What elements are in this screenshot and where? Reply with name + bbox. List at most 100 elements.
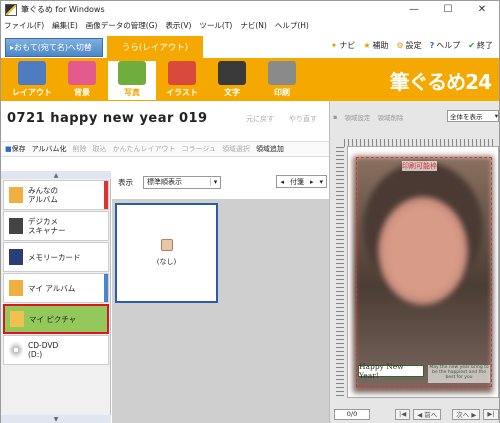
menu-image-data[interactable]: 画像データの管理(G) [86,20,158,31]
assist-label: 補助 [372,41,389,50]
category-text-label: 文字 [224,88,240,97]
menu-tools[interactable]: ツール(T) [199,20,232,31]
settings-button[interactable]: ⚙ 設定 [396,40,421,51]
question-icon: ? [429,41,435,50]
layout-mode-tab[interactable]: うら(レイアウト) [107,36,203,58]
exit-button[interactable]: ✔ 終了 [468,40,493,51]
help-button[interactable]: ? ヘルプ [430,40,461,51]
app-icon [5,3,17,16]
category-print[interactable]: 印刷 [257,60,307,100]
sidebar-item-label: デジカメ スキャナー [28,217,66,235]
sidebar-scroll-up[interactable]: ▲ [1,171,111,179]
menu-view[interactable]: 表示(V) [165,20,191,31]
chevron-right-icon[interactable]: ▸ [307,178,317,186]
close-button[interactable]: ✕ [465,1,499,18]
sort-select[interactable]: 標準順表示 ▾ [143,175,221,189]
window-controls: — ☐ ✕ [397,1,499,18]
app-window: 筆ぐるめ for Windows — ☐ ✕ ファイル(F) 編集(E) 画像デ… [0,0,500,423]
first-page-button[interactable]: |◀ [395,408,411,420]
last-page-button[interactable]: ▶| [483,408,499,420]
printer-icon [268,61,296,85]
switch-to-address-button[interactable]: ▸おもて(宛て名)へ切替 [5,38,103,57]
easy-layout-button[interactable]: かんたんレイアウト [113,144,176,154]
album-button[interactable]: アルバム化 [32,144,67,154]
sidebar-item-camera-scanner[interactable]: デジカメ スキャナー [3,211,109,241]
view-label: 表示 [118,177,133,187]
view-select-value: 全体を表示 [450,113,483,121]
sidebar-item-everyone-album[interactable]: みんなの アルバム [3,180,109,210]
help-label: ヘルプ [436,41,461,50]
menu-help[interactable]: ヘルプ(H) [275,20,309,31]
sidebar-item-label: CD-DVD (D:) [28,341,59,359]
save-button[interactable]: ■保存 [5,144,26,154]
page-navigation: 0/0 |◀ ◀ 前へ 次へ ▶ ▶| [330,407,500,421]
preview-menu-icon[interactable]: ▪ [333,113,337,121]
next-page-button[interactable]: 次へ ▶ [452,408,481,420]
area-delete-button[interactable]: 領域削除 [377,112,403,122]
redo-button[interactable]: やり直す [289,114,317,124]
greeting-text[interactable]: Happy New Year! [358,362,424,380]
sidebar-item-label: マイ アルバム [28,283,76,293]
vertical-ruler [336,147,344,397]
layout-icon [18,61,46,85]
category-background-label: 背景 [74,88,90,97]
thumbnail-item[interactable]: (なし) [115,203,218,303]
preview-pane: ▪ 領域設定 領域削除 全体を表示 ▾ 印刷可能枠 Happy New Year!… [329,101,499,423]
message-text[interactable]: May the new year bring to be the happies… [428,365,490,383]
photo-icon [118,61,146,85]
category-layout-label: レイアウト [12,88,52,97]
collage-button[interactable]: コラージュ [182,144,216,154]
category-layout[interactable]: レイアウト [7,60,57,100]
sidebar-item-my-album[interactable]: マイ アルバム [3,273,109,303]
area-add-button[interactable]: 領域追加 [256,144,284,154]
import-button[interactable]: 取込 [93,144,107,154]
album-icon [9,280,23,296]
album-icon [9,187,23,203]
document-title: 0721 happy new year 019 [7,111,208,126]
category-photo-label: 写真 [124,88,140,97]
sidebar-item-label: メモリーカード [28,252,81,262]
thumbnail-grid: (なし) [112,199,329,423]
photo-browser: 表示 標準順表示 ▾ ◂ 付箋 ▸ ▾ (なし) [112,171,329,423]
sidebar-item-cd-dvd[interactable]: CD-DVD (D:) [3,335,109,365]
watermelon-icon [168,61,196,85]
undo-button[interactable]: 元に戻す [246,114,274,124]
sticky-note-control[interactable]: ◂ 付箋 ▸ ▾ [276,175,327,188]
sidebar-scroll-down[interactable]: ▼ [1,415,111,423]
view-select[interactable]: 全体を表示 ▾ [447,110,499,122]
menu-file[interactable]: ファイル(F) [4,20,44,31]
source-sidebar: ▲ みんなの アルバム デジカメ スキャナー メモリーカード マイ アルバム マ… [1,171,111,423]
title-bar: 筆ぐるめ for Windows — ☐ ✕ [1,1,499,18]
category-photo[interactable]: 写真 [107,60,157,100]
sidebar-item-memory-card[interactable]: メモリーカード [3,242,109,272]
brand-logo: 筆ぐるめ24 [389,70,492,94]
postcard-preview[interactable]: 印刷可能枠 Happy New Year! May the new year b… [347,146,499,398]
assist-button[interactable]: ★ 補助 [363,40,388,51]
gear-icon: ⚙ [396,41,404,50]
area-setting-button[interactable]: 領域設定 [344,112,370,122]
sidebar-item-my-pictures[interactable]: マイ ピクチャ [3,304,109,334]
category-text[interactable]: 文字 [207,60,257,100]
sidebar-item-label: マイ ピクチャ [29,314,77,324]
printable-area-label: 印刷可能枠 [402,161,437,171]
chevron-left-icon[interactable]: ◂ [277,178,287,186]
category-illust[interactable]: イラスト [157,60,207,100]
thumbnail-label: (なし) [156,258,177,266]
sidebar-tab-marker [104,274,108,302]
area-select-button[interactable]: 領域選択 [222,144,250,154]
sort-select-value: 標準順表示 [147,178,182,186]
menu-navi[interactable]: ナビ(N) [240,20,266,31]
category-background[interactable]: 背景 [57,60,107,100]
chevron-down-icon[interactable]: ▾ [316,178,326,186]
printable-area: 印刷可能枠 [356,157,492,387]
category-illust-label: イラスト [166,88,198,97]
maximize-button[interactable]: ☐ [431,1,465,18]
camera-icon [9,218,23,234]
prev-page-button[interactable]: ◀ 前へ [413,408,442,420]
navi-icon: ✦ [330,41,338,50]
minimize-button[interactable]: — [397,1,431,18]
delete-button[interactable]: 削除 [73,144,87,154]
menu-edit[interactable]: 編集(E) [52,20,78,31]
navi-button[interactable]: ✦ ナビ [331,40,356,51]
category-print-label: 印刷 [274,88,290,97]
